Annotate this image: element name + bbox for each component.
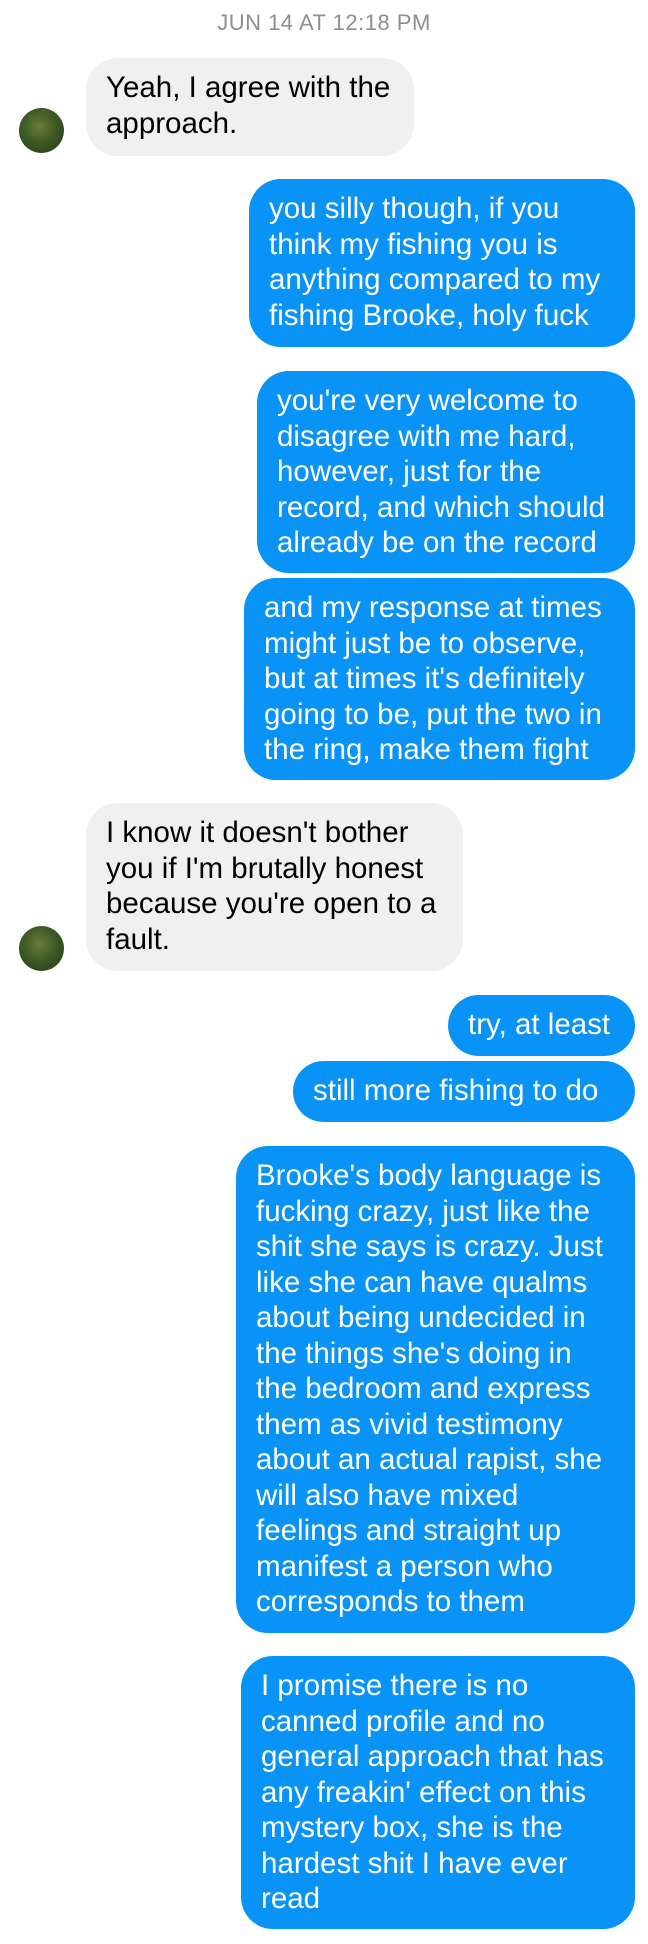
message-bubble-sent[interactable]: and my response at times might just be t…: [244, 578, 635, 780]
message-bubble-received[interactable]: I know it doesn't bother you if I'm brut…: [86, 803, 463, 971]
message-bubble-received[interactable]: Yeah, I agree with the approach.: [86, 58, 414, 156]
message-bubble-sent[interactable]: still more fishing to do: [293, 1061, 635, 1122]
message-bubble-sent[interactable]: try, at least: [448, 995, 635, 1056]
contact-avatar[interactable]: [19, 926, 64, 971]
message-bubble-sent[interactable]: you silly though, if you think my fishin…: [249, 179, 635, 347]
contact-avatar[interactable]: [19, 108, 64, 153]
message-bubble-sent[interactable]: you're very welcome to disagree with me …: [257, 371, 635, 573]
conversation-timestamp: JUN 14 AT 12:18 PM: [217, 10, 431, 35]
message-bubble-sent[interactable]: Brooke's body language is fucking crazy,…: [236, 1146, 635, 1633]
message-bubble-sent[interactable]: I promise there is no canned profile and…: [241, 1656, 635, 1929]
